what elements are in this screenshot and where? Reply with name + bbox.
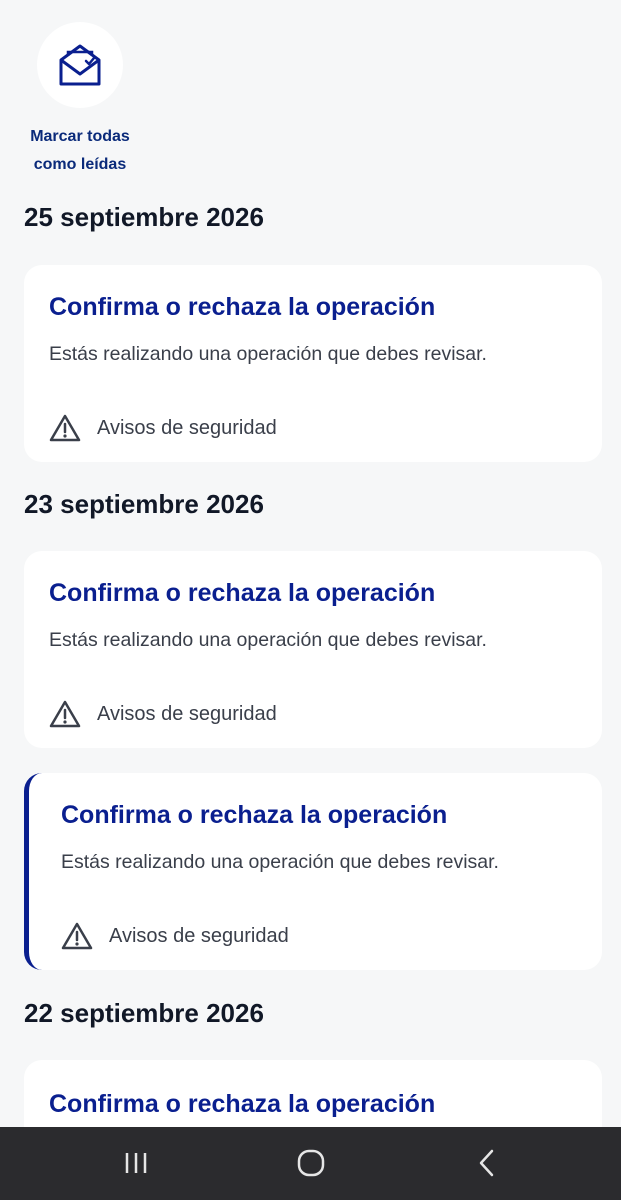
warning-triangle-icon bbox=[61, 922, 93, 950]
notification-card[interactable]: Confirma o rechaza la operación Estás re… bbox=[24, 551, 602, 748]
notification-title: Confirma o rechaza la operación bbox=[49, 579, 436, 607]
recent-apps-icon bbox=[125, 1153, 147, 1173]
notification-title: Confirma o rechaza la operación bbox=[49, 293, 436, 321]
recent-apps-button[interactable] bbox=[106, 1141, 166, 1185]
mark-all-read-label: Marcar todas como leídas bbox=[24, 123, 136, 179]
mark-all-read-label-line2: como leídas bbox=[33, 156, 127, 173]
mark-all-read-label-line1: Marcar todas bbox=[30, 128, 130, 145]
date-header: 25 septiembre 2026 bbox=[24, 202, 264, 232]
warning-triangle-icon bbox=[49, 700, 81, 728]
notification-title: Confirma o rechaza la operación bbox=[49, 1090, 436, 1118]
notification-category: Avisos de seguridad bbox=[49, 413, 277, 443]
home-button[interactable] bbox=[281, 1141, 341, 1185]
mark-all-read-button[interactable]: Marcar todas como leídas bbox=[24, 22, 136, 179]
notification-description: Estás realizando una operación que debes… bbox=[49, 343, 487, 365]
notification-category: Avisos de seguridad bbox=[49, 699, 277, 729]
notification-card-unread[interactable]: Confirma o rechaza la operación Estás re… bbox=[24, 773, 602, 970]
envelope-open-icon bbox=[59, 44, 101, 86]
notification-category-label: Avisos de seguridad bbox=[109, 924, 289, 947]
system-navigation-bar bbox=[0, 1127, 621, 1200]
date-header: 22 septiembre 2026 bbox=[24, 998, 264, 1028]
date-header: 23 septiembre 2026 bbox=[24, 489, 264, 519]
notification-category: Avisos de seguridad bbox=[61, 921, 289, 951]
home-icon bbox=[297, 1149, 325, 1177]
notification-category-label: Avisos de seguridad bbox=[97, 702, 277, 725]
notification-category-label: Avisos de seguridad bbox=[97, 416, 277, 439]
mark-all-read-icon-circle[interactable] bbox=[37, 22, 123, 108]
back-chevron-icon bbox=[479, 1149, 494, 1177]
back-button[interactable] bbox=[457, 1141, 517, 1185]
notification-description: Estás realizando una operación que debes… bbox=[49, 629, 487, 651]
warning-triangle-icon bbox=[49, 414, 81, 442]
notification-card[interactable]: Confirma o rechaza la operación Estás re… bbox=[24, 265, 602, 462]
notification-title: Confirma o rechaza la operación bbox=[61, 801, 448, 829]
notification-description: Estás realizando una operación que debes… bbox=[61, 851, 499, 873]
